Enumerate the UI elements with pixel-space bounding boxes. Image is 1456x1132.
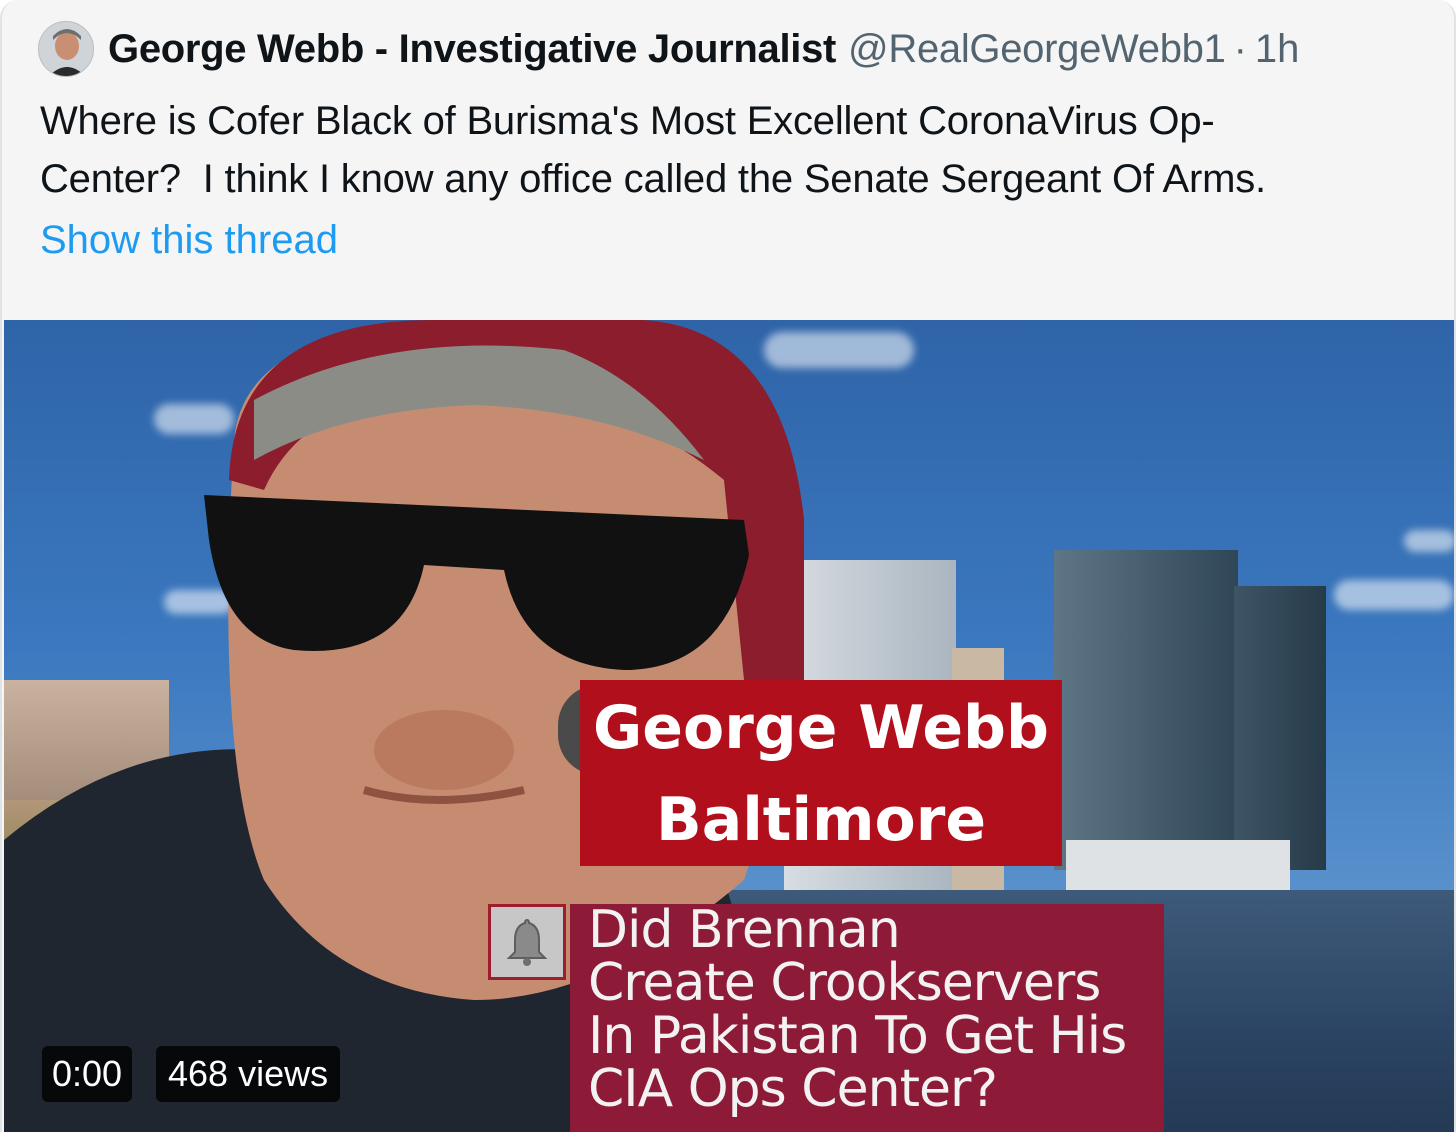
promo-line: CIA Ops Center? — [588, 1059, 998, 1119]
video-duration: 0:00 — [42, 1046, 133, 1102]
view-count: 468 views — [156, 1046, 341, 1102]
tweet-timestamp[interactable]: 1h — [1255, 27, 1300, 72]
promo-line: Did Brennan — [588, 904, 901, 960]
name-lower-third: George Webb Baltimore — [580, 680, 1062, 866]
show-thread-link[interactable]: Show this thread — [40, 218, 338, 263]
tweet-text-line: Where is Cofer Black of Burisma's Most E… — [40, 99, 1215, 143]
author-handle[interactable]: @RealGeorgeWebb1 — [848, 27, 1226, 72]
tweet-card[interactable]: George Webb - Investigative Journalist @… — [0, 0, 1456, 1132]
separator-dot: · — [1233, 26, 1247, 71]
author-avatar[interactable] — [38, 21, 94, 77]
tweet-header: George Webb - Investigative Journalist @… — [38, 18, 1299, 80]
name-card-line: George Webb — [593, 693, 1049, 763]
promo-line: In Pakistan To Get His — [588, 1006, 1127, 1066]
tweet-text: Where is Cofer Black of Burisma's Most E… — [40, 92, 1420, 208]
tweet-text-line: Center? I think I know any office called… — [40, 157, 1266, 201]
avatar-face-icon — [39, 22, 93, 76]
author-name[interactable]: George Webb - Investigative Journalist — [108, 27, 836, 72]
bell-icon — [506, 918, 548, 966]
video-player[interactable]: George Webb Baltimore Did Brennan Create… — [4, 320, 1454, 1132]
promo-video-title[interactable]: Did Brennan Create Crookservers In Pakis… — [570, 904, 1164, 1132]
name-card-line: Baltimore — [655, 785, 987, 855]
promo-line: Create Crookservers — [588, 953, 1101, 1013]
subscribe-bell-button[interactable] — [488, 904, 566, 980]
